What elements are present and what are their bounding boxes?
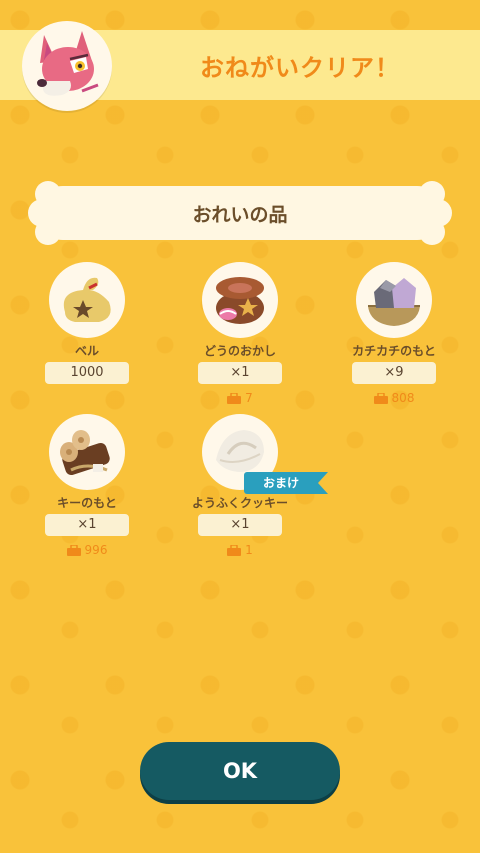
item-name: ようふくクッキー bbox=[191, 496, 288, 510]
item-quantity: ×1 bbox=[198, 514, 282, 536]
reward-item-steel: カチカチのもと ×9 808 bbox=[329, 262, 459, 406]
item-name: キーのもと bbox=[57, 496, 117, 510]
item-icon-frame bbox=[356, 262, 432, 338]
copper-sweets-icon bbox=[216, 277, 264, 324]
reward-item-wood: キーのもと ×1 996 bbox=[22, 414, 152, 558]
item-quantity: 1000 bbox=[45, 362, 129, 384]
wood-bundle-icon bbox=[60, 430, 110, 476]
ok-button[interactable]: OK bbox=[140, 742, 340, 800]
item-quantity: ×1 bbox=[45, 514, 129, 536]
item-icon-frame bbox=[202, 262, 278, 338]
briefcase-icon bbox=[66, 543, 81, 556]
item-icon-frame bbox=[49, 262, 125, 338]
reward-item-copper-sweets: どうのおかし ×1 7 bbox=[175, 262, 305, 406]
reward-section-title: おれいの品 bbox=[36, 186, 444, 240]
item-name: どうのおかし bbox=[203, 344, 276, 358]
page-title: おねがいクリア！ bbox=[200, 53, 400, 82]
item-stock: 808 bbox=[329, 390, 459, 406]
steel-ore-icon bbox=[368, 278, 420, 326]
item-stock-count: 996 bbox=[84, 543, 108, 557]
bell-bag-icon bbox=[63, 277, 111, 322]
bonus-badge: おまけ bbox=[244, 472, 328, 494]
item-stock-count: 1 bbox=[245, 543, 253, 557]
item-quantity: ×1 bbox=[198, 362, 282, 384]
reward-item-bells: ベル 1000 bbox=[22, 262, 152, 384]
briefcase-icon bbox=[227, 543, 242, 556]
item-icon-frame bbox=[49, 414, 125, 490]
briefcase-icon bbox=[227, 391, 242, 404]
item-name: カチカチのもと bbox=[352, 344, 436, 358]
item-stock-count: 808 bbox=[391, 391, 415, 405]
briefcase-icon bbox=[373, 391, 388, 404]
item-stock: 996 bbox=[22, 542, 152, 558]
item-stock: 7 bbox=[175, 390, 305, 406]
wolf-villager-icon bbox=[37, 31, 99, 96]
item-name: ベル bbox=[74, 344, 99, 358]
villager-avatar bbox=[22, 21, 112, 111]
item-stock: 1 bbox=[175, 542, 305, 558]
item-stock-count: 7 bbox=[245, 391, 253, 405]
item-quantity: ×9 bbox=[352, 362, 436, 384]
